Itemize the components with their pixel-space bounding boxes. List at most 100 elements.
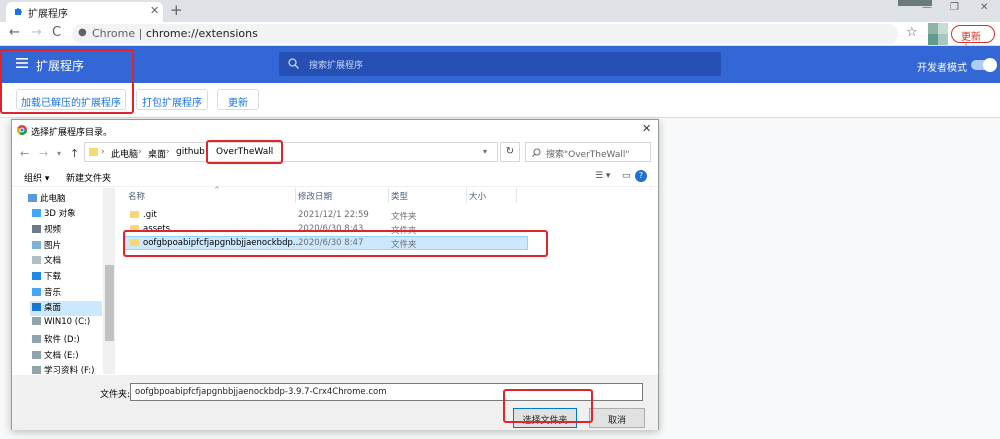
tree-label: 视频 <box>44 225 62 235</box>
puzzle-icon <box>15 8 22 15</box>
folder-search-input[interactable]: 搜索"OverTheWall" <box>525 142 651 162</box>
view-options-icon[interactable]: ☰ ▾ <box>595 171 610 181</box>
table-row[interactable]: .git 2021/12/1 22:59 文件夹 <box>124 209 528 223</box>
info-icon: ● <box>78 27 87 38</box>
tree-item-drive-e[interactable]: 文档 (E:) <box>32 349 79 364</box>
navigation-tree: 此电脑 3D 对象 视频 图片 文档 下载 音乐 桌面 WIN10 (C:) 软… <box>12 188 115 376</box>
back-button[interactable]: ← <box>9 25 20 40</box>
tree-item-pictures[interactable]: 图片 <box>32 239 61 254</box>
new-tab-button[interactable]: + <box>170 1 183 19</box>
tree-item-documents[interactable]: 文档 <box>32 254 61 269</box>
drive-icon <box>32 335 41 343</box>
cancel-button[interactable]: 取消 <box>589 408 645 428</box>
up-arrow-icon[interactable]: ↑ <box>70 147 79 160</box>
search-placeholder: 搜索扩展程序 <box>309 61 364 71</box>
recent-chevron-icon[interactable]: ▾ <box>57 149 61 158</box>
pack-extension-button[interactable]: 打包扩展程序 <box>136 89 208 110</box>
tree-item-videos[interactable]: 视频 <box>32 223 61 238</box>
annotation-box-folder <box>123 230 548 257</box>
folder-name-label: 文件夹: <box>100 390 131 400</box>
browser-toolbar: ← → C ● Chrome | chrome://extensions ☆ <box>0 22 1000 46</box>
music-icon <box>32 288 41 296</box>
dialog-close-icon[interactable]: ✕ <box>642 122 651 135</box>
tree-label: 文档 <box>44 256 62 266</box>
tree-item-drive-d[interactable]: 软件 (D:) <box>32 333 80 348</box>
search-icon <box>288 58 299 69</box>
folder-icon <box>130 211 139 218</box>
new-folder-button[interactable]: 新建文件夹 <box>66 171 111 184</box>
drive-icon <box>32 366 41 374</box>
annotation-box-path <box>206 140 283 164</box>
picture-icon <box>32 241 41 249</box>
column-modified[interactable]: 修改日期 <box>298 190 332 202</box>
file-type: 文件夹 <box>391 212 417 222</box>
column-divider <box>295 188 296 203</box>
omnibox-url: chrome://extensions <box>145 27 258 40</box>
tree-item-downloads[interactable]: 下载 <box>32 270 61 285</box>
column-type[interactable]: 类型 <box>391 190 408 202</box>
tree-scroll-thumb[interactable] <box>105 265 114 341</box>
tree-label: 图片 <box>44 241 62 251</box>
tab-close-icon[interactable]: ✕ <box>150 4 159 17</box>
crumb-github[interactable]: github <box>176 147 205 157</box>
chrome-icon <box>17 125 27 135</box>
address-bar[interactable]: › 此电脑 › 桌面 › github › OverTheWall › ▾ <box>84 142 498 162</box>
extensions-search-input[interactable]: 搜索扩展程序 <box>279 52 721 76</box>
tree-label: 下载 <box>44 272 62 282</box>
omnibox-prefix: Chrome | <box>92 27 146 40</box>
extensions-header: 扩展程序 搜索扩展程序 开发者模式 <box>0 46 1000 83</box>
tree-item-music[interactable]: 音乐 <box>32 286 61 301</box>
sort-ascending-icon: ^ <box>214 186 220 194</box>
organize-button[interactable]: 组织 ▾ <box>24 171 49 184</box>
crumb-separator: › <box>101 147 105 157</box>
refresh-button[interactable]: ↻ <box>500 142 520 162</box>
tree-label: 文档 (E:) <box>44 351 79 361</box>
video-icon <box>32 225 41 233</box>
update-button[interactable]: 更新 ⋮ <box>951 25 995 54</box>
omnibox-text: Chrome | chrome://extensions <box>92 27 258 40</box>
crumb-separator: › <box>138 147 142 157</box>
preview-pane-icon[interactable]: ▭ <box>622 171 631 181</box>
window-close-button[interactable]: ✕ <box>980 2 988 13</box>
crumb-separator: › <box>166 147 170 157</box>
update-extensions-button[interactable]: 更新 <box>217 89 259 110</box>
forward-button[interactable]: → <box>31 25 42 40</box>
tree-item-this-pc[interactable]: 此电脑 <box>28 192 66 207</box>
reload-button[interactable]: C <box>52 25 61 40</box>
help-icon[interactable]: ? <box>635 170 647 182</box>
tab-extensions[interactable]: 扩展程序 ✕ <box>6 2 163 22</box>
tree-item-3d-objects[interactable]: 3D 对象 <box>32 207 76 222</box>
tree-label: 音乐 <box>44 288 62 298</box>
annotation-box-header <box>0 49 134 114</box>
column-divider <box>516 188 517 203</box>
back-arrow-icon[interactable]: ← <box>20 147 29 160</box>
computer-icon <box>28 194 37 202</box>
address-dropdown-icon[interactable]: ▾ <box>483 147 487 156</box>
annotation-box-select <box>503 389 593 423</box>
desktop-icon <box>32 303 41 311</box>
toggle-knob <box>983 58 997 72</box>
tree-label: 软件 (D:) <box>44 335 80 345</box>
column-divider <box>388 188 389 203</box>
drive-icon <box>32 351 41 359</box>
folder-icon <box>89 148 98 156</box>
tree-item-drive-c[interactable]: WIN10 (C:) <box>32 317 90 332</box>
tab-title: 扩展程序 <box>28 9 68 20</box>
crumb-this-pc[interactable]: 此电脑 <box>111 147 138 160</box>
column-divider <box>466 188 467 203</box>
bookmark-star-icon[interactable]: ☆ <box>906 25 918 40</box>
column-size[interactable]: 大小 <box>469 190 486 202</box>
tree-item-desktop[interactable]: 桌面 <box>30 301 102 316</box>
dialog-title: 选择扩展程序目录。 <box>31 128 113 138</box>
minimize-button[interactable]: — <box>922 2 932 13</box>
omnibox[interactable]: ● Chrome | chrome://extensions <box>72 24 898 44</box>
column-name[interactable]: 名称 <box>128 190 145 202</box>
forward-arrow-icon[interactable]: → <box>39 147 48 160</box>
maximize-button[interactable]: ❐ <box>950 2 959 13</box>
avatar[interactable] <box>928 23 948 45</box>
drive-icon <box>32 317 41 325</box>
developer-mode-label: 开发者模式 <box>917 63 967 74</box>
crumb-desktop[interactable]: 桌面 <box>148 147 166 160</box>
tree-label: 桌面 <box>44 303 62 313</box>
folder-search-placeholder: 搜索"OverTheWall" <box>546 150 630 160</box>
